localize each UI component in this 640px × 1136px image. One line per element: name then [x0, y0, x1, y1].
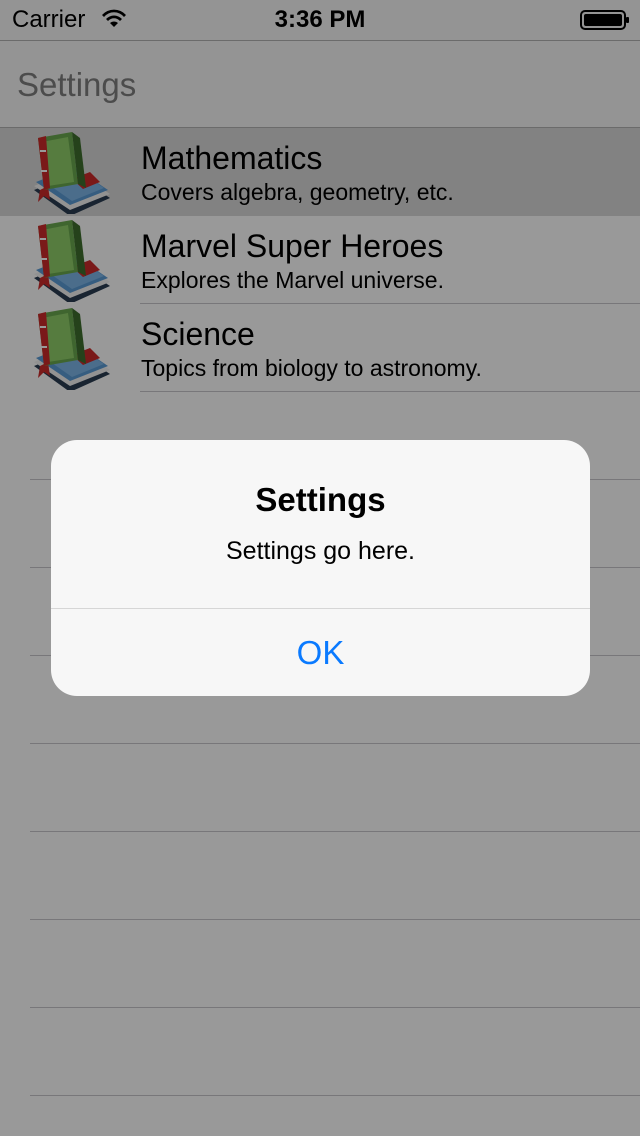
settings-alert-dialog: Settings Settings go here. OK — [51, 440, 590, 696]
alert-message: Settings go here. — [225, 537, 415, 565]
ok-button[interactable]: OK — [51, 609, 590, 696]
screen: Carrier 3:36 PM Settings Mathematics Cov… — [0, 0, 640, 1136]
alert-title: Settings — [255, 481, 386, 518]
